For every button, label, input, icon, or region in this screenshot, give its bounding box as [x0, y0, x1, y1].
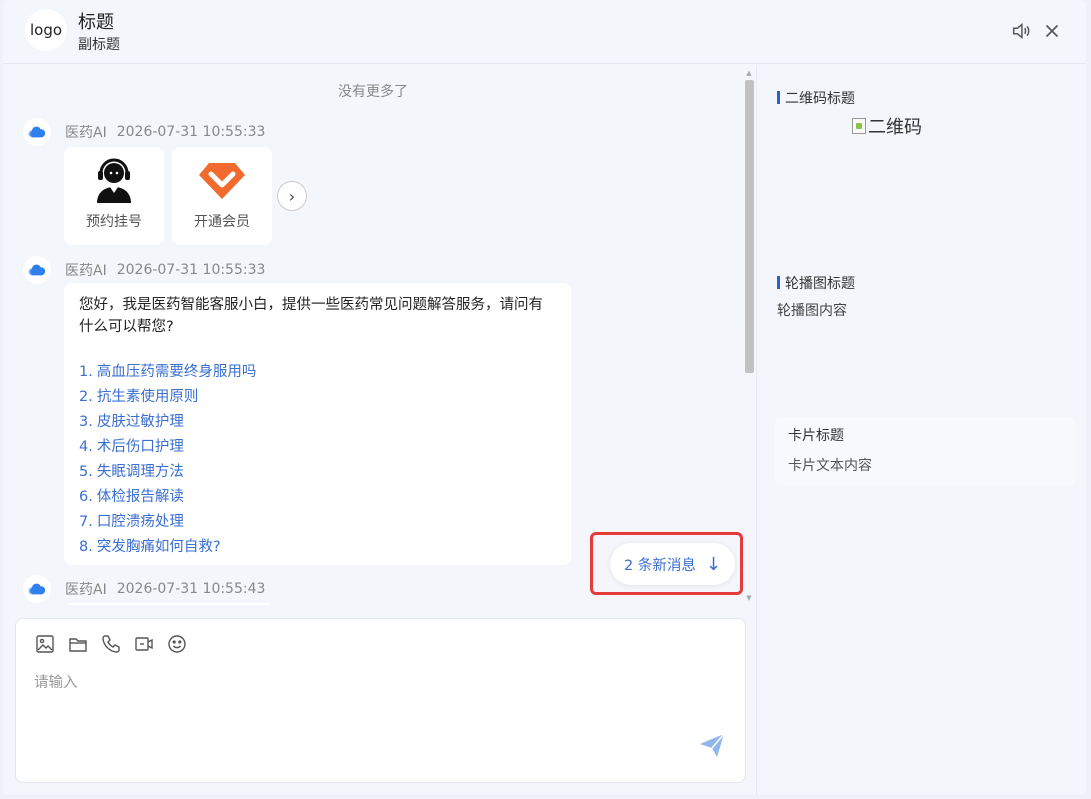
question-link[interactable]: 6. 体检报告解读 — [79, 485, 556, 510]
input-toolbar — [34, 633, 199, 655]
side-panel: 二维码标题 二维码 轮播图标题 轮播图内容 卡片标题 卡片文本内容 — [756, 65, 1086, 795]
new-messages-button[interactable]: 2 条新消息 ↓ — [610, 543, 735, 585]
video-icon[interactable] — [133, 633, 155, 655]
send-icon[interactable] — [698, 731, 726, 759]
card-title: 卡片标题 — [788, 428, 844, 444]
carousel-content: 轮播图内容 — [777, 303, 847, 319]
image-icon[interactable] — [34, 633, 56, 655]
message-header: 医药AI 2026-07-31 10:55:33 — [23, 118, 265, 146]
service-card-label: 预约挂号 — [86, 214, 142, 230]
question-link[interactable]: 7. 口腔溃疡处理 — [79, 510, 556, 535]
arrow-down-icon: ↓ — [705, 553, 721, 575]
message-input[interactable] — [34, 671, 694, 731]
service-card-label: 开通会员 — [194, 214, 250, 230]
question-link[interactable]: 3. 皮肤过敏护理 — [79, 410, 556, 435]
qr-section-title: 二维码标题 — [777, 88, 855, 108]
logo: logo — [25, 9, 67, 51]
sender-name: 医药AI — [65, 263, 107, 279]
scrollbar-thumb[interactable] — [745, 80, 754, 373]
cloud-icon — [28, 583, 46, 595]
question-link[interactable]: 4. 术后伤口护理 — [79, 435, 556, 460]
message-header: 医药AI 2026-07-31 10:55:33 — [23, 256, 265, 284]
vip-diamond-icon — [197, 157, 247, 203]
input-box — [15, 618, 746, 783]
scroll-up-arrow[interactable]: ▲ — [745, 70, 753, 77]
page-subtitle: 副标题 — [78, 37, 120, 53]
greeting-text: 您好，我是医药智能客服小白，提供一些医药常见问题解答服务，请问有什么可以帮您? — [79, 297, 543, 335]
qr-alt-text: 二维码 — [868, 117, 922, 138]
scroll-down-arrow[interactable]: ▼ — [745, 595, 753, 602]
service-card-row: 预约挂号 开通会员 — [64, 147, 280, 245]
message-bubble: 您好，我是医药智能客服小白，提供一些医药常见问题解答服务，请问有什么可以帮您? … — [64, 283, 571, 565]
cloud-icon — [28, 264, 46, 276]
folder-icon[interactable] — [67, 633, 89, 655]
chat-window: logo 标题 副标题 没有更多了 医药AI 2026-07-31 10:55:… — [3, 0, 1086, 795]
emoji-icon[interactable] — [166, 633, 188, 655]
customer-service-agent-icon — [89, 157, 139, 203]
phone-icon[interactable] — [100, 633, 122, 655]
message-time: 2026-07-31 10:55:33 — [116, 262, 266, 278]
question-list: 1. 高血压药需要终身服用吗 2. 抗生素使用原则 3. 皮肤过敏护理 4. 术后伤口护… — [79, 360, 556, 560]
card-text: 卡片文本内容 — [788, 458, 872, 474]
message-time: 2026-07-31 10:55:33 — [116, 124, 266, 140]
page-title: 标题 — [78, 12, 114, 33]
close-icon[interactable] — [1041, 20, 1063, 42]
new-messages-label: 2 条新消息 — [624, 557, 696, 574]
sender-name: 医药AI — [65, 125, 107, 141]
bot-avatar — [23, 575, 51, 603]
qr-code-image: 二维码 — [852, 113, 922, 139]
bot-avatar — [23, 256, 51, 284]
chevron-right-icon[interactable]: › — [277, 181, 307, 211]
header: logo 标题 副标题 — [3, 0, 1086, 64]
question-link[interactable]: 8. 突发胸痛如何自救? — [79, 535, 556, 560]
speaker-icon[interactable] — [1010, 20, 1032, 42]
service-card-vip[interactable]: 开通会员 — [172, 147, 272, 245]
message-time: 2026-07-31 10:55:43 — [116, 581, 266, 597]
info-card: 卡片标题 卡片文本内容 — [775, 417, 1075, 485]
question-link[interactable]: 1. 高血压药需要终身服用吗 — [79, 360, 556, 385]
question-link[interactable]: 5. 失眠调理方法 — [79, 460, 556, 485]
no-more-text: 没有更多了 — [338, 84, 408, 100]
broken-image-icon — [852, 118, 866, 134]
carousel-section-title: 轮播图标题 — [777, 273, 855, 293]
service-card-appointment[interactable]: 预约挂号 — [64, 147, 164, 245]
message-bubble — [64, 603, 274, 605]
bot-avatar — [23, 118, 51, 146]
cloud-icon — [28, 126, 46, 138]
message-header: 医药AI 2026-07-31 10:55:43 — [23, 575, 265, 603]
question-link[interactable]: 2. 抗生素使用原则 — [79, 385, 556, 410]
sender-name: 医药AI — [65, 582, 107, 598]
chat-area[interactable]: 没有更多了 医药AI 2026-07-31 10:55:33 预约挂号 开通会员… — [3, 65, 756, 605]
